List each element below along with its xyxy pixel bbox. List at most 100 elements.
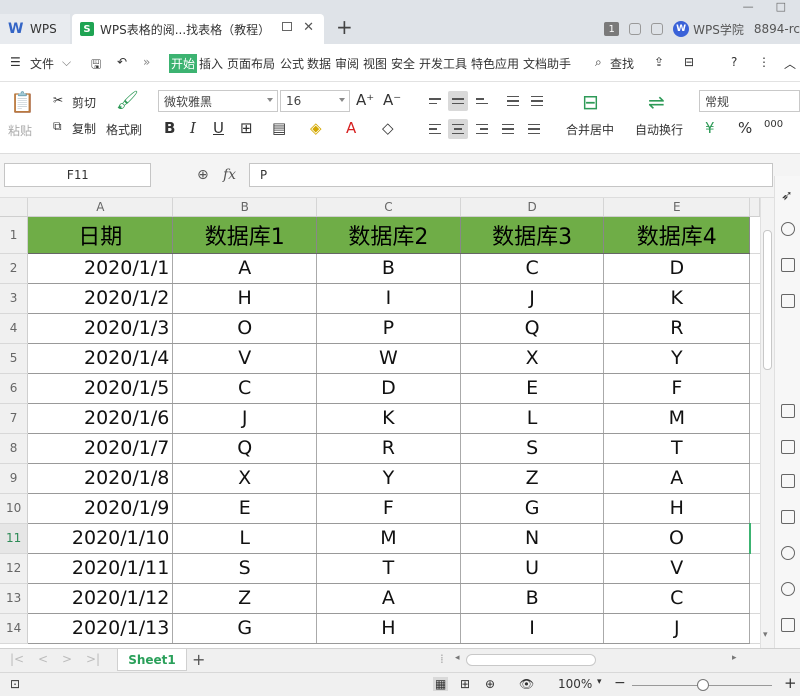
data-cell[interactable]: H [603,493,751,524]
data-cell[interactable]: K [316,403,461,434]
fill-color-icon[interactable]: ◈ [310,119,322,137]
data-cell[interactable]: S [172,553,318,584]
next-sheet-icon[interactable]: > [62,652,72,666]
data-cell[interactable]: D [316,373,461,404]
menu-view[interactable]: 视图 [363,55,387,72]
header-cell[interactable]: 数据库1 [172,216,318,254]
empty-cell[interactable] [749,553,760,584]
menu-review[interactable]: 审阅 [335,55,359,72]
date-cell[interactable]: 2020/1/4 [27,343,174,374]
row-header[interactable]: 14 [0,613,29,644]
data-cell[interactable]: P [316,313,461,344]
indent-increase-icon[interactable] [527,91,547,111]
empty-cell[interactable] [749,403,760,434]
date-cell[interactable]: 2020/1/9 [27,493,174,524]
scroll-down-icon[interactable]: ▾ [763,630,768,640]
shapes-icon[interactable] [781,222,795,236]
empty-cell[interactable] [749,216,760,254]
spreadsheet-grid[interactable]: A B C D E 1 日期 数据库1 数据库2 数据库3 数据库4 2 2020/1/1 A B… [0,198,760,648]
empty-cell[interactable] [749,373,760,404]
thousands-icon[interactable]: 000 [764,119,783,130]
backup-icon[interactable] [781,546,795,560]
indent-decrease-icon[interactable] [503,91,523,111]
data-cell[interactable]: I [460,613,605,644]
wrap-text-button[interactable]: 自动换行 [635,121,683,138]
data-cell[interactable]: U [460,553,605,584]
data-cell[interactable]: K [603,283,751,314]
collab-icon[interactable]: ⊟ [684,55,694,69]
data-cell[interactable]: V [172,343,318,374]
sheet-tab-sheet1[interactable]: Sheet1 [117,649,187,671]
prev-sheet-icon[interactable]: < [38,652,48,666]
reading-mode-icon[interactable]: 👁 [519,677,534,691]
collapse-ribbon-icon[interactable]: ︿ [784,55,796,72]
help-icon[interactable]: ? [731,55,737,69]
function-icon[interactable]: fx [223,167,236,183]
data-cell[interactable]: Q [172,433,318,464]
date-cell[interactable]: 2020/1/7 [27,433,174,464]
scroll-left-icon[interactable]: ◂ [455,653,460,663]
image-icon[interactable] [781,510,795,524]
save-icon[interactable]: 🖫 [91,55,101,76]
data-cell[interactable]: D [603,253,751,284]
copy-button[interactable]: 复制 [72,120,96,137]
data-cell[interactable]: G [460,493,605,524]
data-cell[interactable]: C [172,373,318,404]
data-cell[interactable]: X [460,343,605,374]
macro-icon[interactable]: ⊡ [10,677,20,691]
history-icon[interactable] [781,582,795,596]
empty-cell[interactable] [749,463,760,494]
empty-cell[interactable] [749,253,760,284]
data-cell[interactable]: R [316,433,461,464]
date-cell[interactable]: 2020/1/12 [27,583,174,614]
fill-style-icon[interactable]: ▤ [272,119,286,137]
skin-icon[interactable] [629,23,642,35]
table-icon[interactable] [781,294,795,308]
date-cell[interactable]: 2020/1/2 [27,283,174,314]
column-header-e[interactable]: E [603,198,751,217]
align-right-icon[interactable] [472,119,492,139]
cursor-icon[interactable]: ➶ [781,188,795,204]
date-cell[interactable]: 2020/1/10 [27,523,174,554]
data-cell[interactable]: J [460,283,605,314]
data-cell[interactable]: H [316,613,461,644]
data-cell[interactable]: I [316,283,461,314]
empty-cell[interactable] [748,523,760,554]
paste-button[interactable]: 粘贴 [8,122,32,139]
data-cell[interactable]: C [603,583,751,614]
distribute-icon[interactable] [524,119,544,139]
align-top-icon[interactable] [425,91,445,111]
header-cell[interactable]: 数据库2 [316,216,461,254]
search-icon[interactable]: ⌕ [595,55,602,70]
row-header[interactable]: 8 [0,433,29,464]
data-cell[interactable]: O [603,523,751,554]
menu-security[interactable]: 安全 [391,55,415,72]
data-cell[interactable]: L [172,523,318,554]
data-cell[interactable]: E [172,493,318,524]
merge-center-button[interactable]: 合并居中 [566,121,614,138]
menu-data[interactable]: 数据 [307,55,331,72]
date-cell[interactable]: 2020/1/1 [27,253,174,284]
data-cell[interactable]: N [460,523,605,554]
more-icon[interactable]: ⋮ [758,55,770,69]
close-tab-icon[interactable]: ✕ [303,20,314,35]
vertical-scrollbar[interactable]: ▾ [760,198,774,648]
data-cell[interactable]: B [316,253,461,284]
format-painter-button[interactable]: 格式刷 [106,121,142,138]
decrease-font-icon[interactable]: A⁻ [383,91,401,109]
menu-page-layout[interactable]: 页面布局 [227,55,275,72]
align-left-icon[interactable] [425,119,445,139]
user-account[interactable]: 8894-rc [754,22,800,36]
row-header[interactable]: 10 [0,493,29,524]
data-cell[interactable]: W [316,343,461,374]
scroll-right-icon[interactable]: ▸ [732,653,737,663]
split-handle-icon[interactable]: ⁞ [440,652,444,666]
column-header-a[interactable]: A [27,198,174,217]
menu-file[interactable]: 文件 [30,55,54,72]
data-cell[interactable]: L [460,403,605,434]
row-header[interactable]: 9 [0,463,29,494]
data-cell[interactable]: Q [460,313,605,344]
data-cell[interactable]: C [460,253,605,284]
menu-home[interactable]: 开始 [169,54,198,73]
zoom-search-icon[interactable]: ⊕ [197,167,209,183]
